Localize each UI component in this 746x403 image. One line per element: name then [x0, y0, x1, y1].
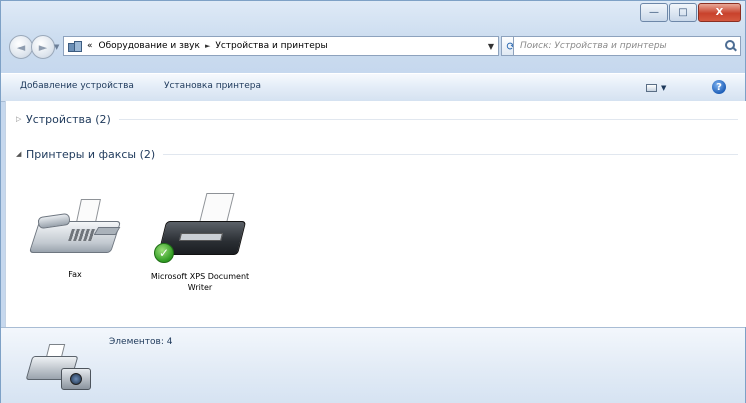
search-placeholder[interactable]: Поиск: Устройства и принтеры — [514, 41, 723, 51]
search-box[interactable]: Поиск: Устройства и принтеры — [513, 36, 741, 56]
explorer-window: — □ X ◄ ► ▼ « Оборудование и звук ► Устр… — [0, 0, 746, 403]
close-button[interactable]: X — [698, 3, 741, 22]
default-printer-check-icon: ✓ — [154, 243, 174, 263]
back-button[interactable]: ◄ — [9, 35, 33, 59]
device-label: Fax — [68, 270, 82, 279]
details-pane: Элементов: 4 — [1, 327, 745, 403]
search-icon[interactable] — [723, 39, 737, 53]
group-label: Принтеры и факсы (2) — [26, 147, 156, 161]
help-button[interactable]: ? — [712, 80, 726, 94]
forward-button[interactable]: ► — [31, 35, 55, 59]
printer-icon: ✓ — [150, 193, 250, 267]
item-count: Элементов: 4 — [109, 337, 173, 347]
fax-icon — [28, 199, 122, 267]
device-label: Microsoft XPS Document Writer — [150, 272, 250, 292]
group-header-printers[interactable]: ◢ Принтеры и факсы (2) — [16, 146, 738, 162]
chevron-down-icon: ▼ — [661, 83, 667, 92]
breadcrumb-hardware-and-sound[interactable]: Оборудование и звук — [96, 41, 203, 51]
items-view: ▷ Устройства (2) ◢ Принтеры и факсы (2) … — [5, 101, 746, 327]
group-header-devices[interactable]: ▷ Устройства (2) — [16, 111, 738, 127]
add-device-button[interactable]: Добавление устройства — [20, 81, 134, 91]
recent-pages-dropdown[interactable]: ▼ — [54, 43, 59, 51]
breadcrumb-separator-icon[interactable]: ► — [203, 42, 212, 50]
device-fax[interactable]: Fax — [28, 199, 122, 280]
caption-buttons: — □ X — [640, 3, 741, 22]
devices-and-printers-icon — [25, 344, 95, 396]
address-bar[interactable]: « Оборудование и звук ► Устройства и при… — [63, 36, 499, 56]
control-panel-icon — [68, 40, 82, 52]
address-dropdown-icon[interactable]: ▼ — [484, 42, 498, 51]
group-divider — [118, 118, 738, 120]
maximize-button[interactable]: □ — [669, 3, 697, 22]
command-bar: Добавление устройства Установка принтера… — [1, 73, 745, 102]
group-divider — [163, 153, 738, 155]
view-icon — [646, 83, 657, 92]
device-xps-document-writer[interactable]: ✓ Microsoft XPS Document Writer — [150, 193, 250, 293]
breadcrumb-devices-and-printers[interactable]: Устройства и принтеры — [212, 41, 330, 51]
address-overflow-chevron[interactable]: « — [84, 41, 96, 51]
minimize-button[interactable]: — — [640, 3, 668, 22]
navigation-bar: ◄ ► ▼ « Оборудование и звук ► Устройства… — [5, 31, 741, 61]
group-label: Устройства (2) — [26, 112, 111, 126]
expand-icon: ▷ — [16, 115, 22, 123]
add-printer-button[interactable]: Установка принтера — [164, 81, 261, 91]
collapse-icon: ◢ — [16, 150, 22, 158]
change-view-button[interactable]: ▼ — [646, 82, 674, 93]
